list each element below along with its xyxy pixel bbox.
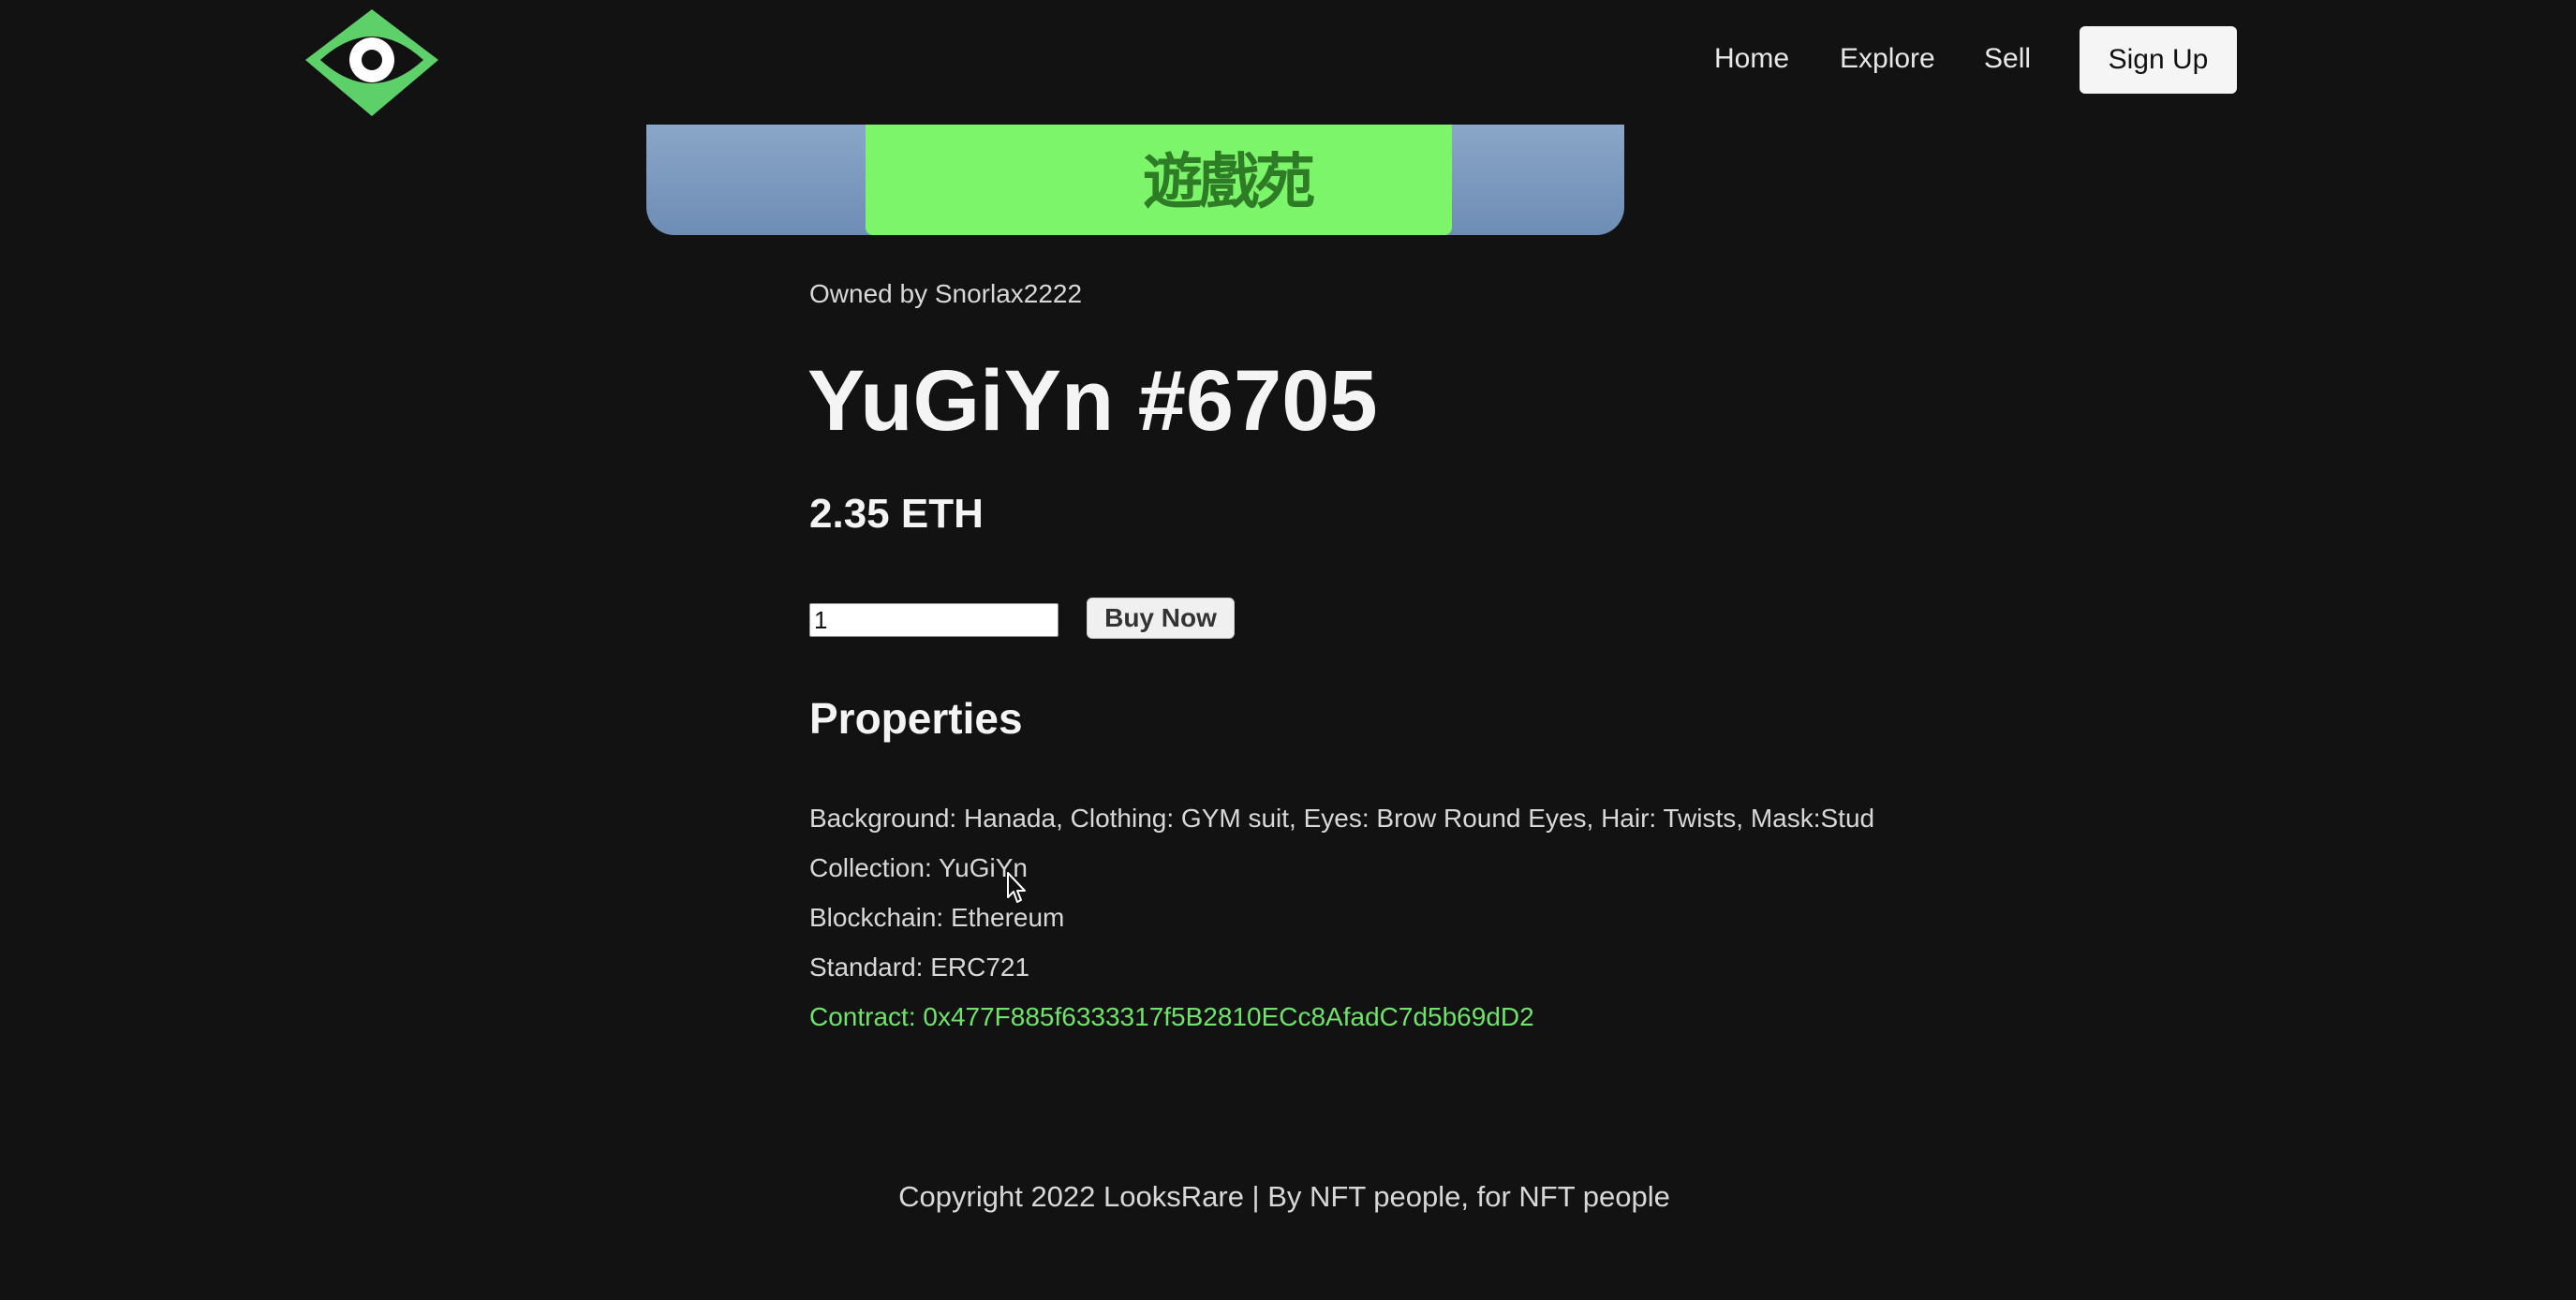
property-standard: Standard: ERC721 — [809, 953, 1030, 982]
buy-now-button[interactable]: Buy Now — [1087, 598, 1235, 639]
page: Home Explore Sell Sign Up 遊戲苑 Owned by S… — [0, 0, 2576, 1300]
properties-heading: Properties — [809, 694, 1023, 743]
property-blockchain: Blockchain: Ethereum — [809, 903, 1065, 932]
nft-image: 遊戲苑 — [646, 125, 1624, 235]
mouse-cursor-icon — [1007, 872, 1026, 903]
nav-explore-link[interactable]: Explore — [1840, 43, 1935, 75]
contract-link[interactable]: Contract: 0x477F885f6333317f5B2810ECc8Af… — [809, 1002, 1534, 1032]
item-price: 2.35 ETH — [809, 491, 984, 537]
footer-copyright: Copyright 2022 LooksRare | By NFT people… — [898, 1180, 1670, 1213]
nav-sell-link[interactable]: Sell — [1984, 43, 2031, 75]
property-attributes: Background: Hanada, Clothing: GYM suit, … — [809, 804, 1875, 833]
sign-up-button[interactable]: Sign Up — [2080, 26, 2237, 94]
item-title: YuGiYn #6705 — [807, 353, 1378, 449]
eye-logo-icon[interactable] — [305, 9, 438, 116]
property-collection: Collection: YuGiYn — [809, 853, 1028, 882]
nft-shirt-text: 遊戲苑 — [1143, 147, 1315, 217]
footer: Copyright 2022 LooksRare | By NFT people… — [0, 1180, 2576, 1214]
quantity-input[interactable] — [809, 603, 1059, 637]
owner-label: Owned by Snorlax2222 — [809, 279, 1083, 308]
nft-shirt-graphic: 遊戲苑 — [866, 125, 1452, 235]
nav-home-link[interactable]: Home — [1714, 43, 1789, 75]
